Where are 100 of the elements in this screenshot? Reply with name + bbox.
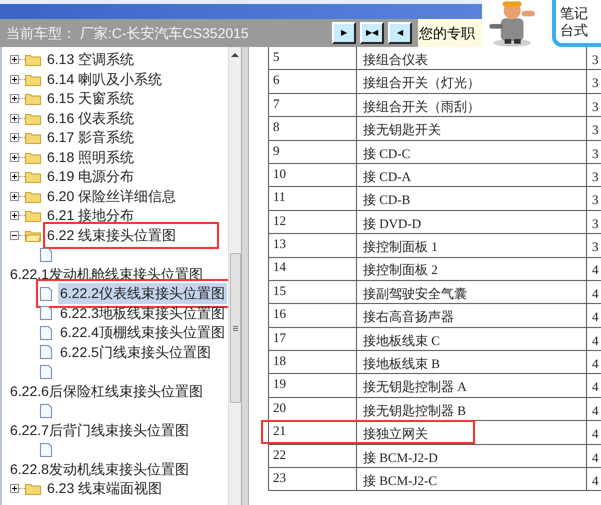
connector-cell: 接地板线束 B [356,351,586,374]
folder-icon [25,170,41,184]
folder-icon [25,131,41,144]
tree-item[interactable]: 6.16 仪表系统 [46,108,136,129]
connector-cell: 接无钥匙控制器 A [356,374,586,397]
tree-item[interactable]: 6.17 影音系统 [46,127,136,148]
page-cell: 4 [586,398,601,420]
tree-item[interactable]: 6.22.5门线束接头位置图 [58,342,213,363]
number-cell-text: 10 [272,164,287,183]
tree-item[interactable]: 6.18 照明系统 [46,146,136,168]
page-cell: 3 [586,47,601,70]
expand-icon[interactable] [10,211,19,220]
tree-item[interactable]: 6.14 喇叭及小系统 [46,68,164,90]
connector-cell: 接组合仪表 [356,47,586,70]
page-icon [40,306,52,320]
toolbar-button[interactable]: ▶◀ [360,22,384,44]
expand-icon[interactable] [10,133,19,142]
collapse-icon[interactable] [10,230,19,240]
page-cell: 3 [586,187,601,210]
folder-icon [25,112,41,125]
connector-cell: 接 BCM-J2-D [356,444,586,468]
number-cell-text: 19 [272,375,287,394]
ad-text: 笔记 [560,5,589,22]
connector-cell: 接组合开关（灯光） [356,70,586,93]
page-icon [40,404,52,418]
number-cell-text: 13 [272,235,287,254]
number-cell-text: 21 [272,422,287,440]
number-cell-text: 8 [272,118,280,136]
connector-cell: 接地板线束 C [356,328,586,350]
page-cell: 4 [586,374,601,397]
page-icon [40,248,52,262]
connector-cell: 接 CD-B [356,187,586,210]
expand-icon[interactable] [10,484,19,494]
folder-icon [25,92,41,106]
page-cell: 4 [586,468,601,490]
page-cell: 4 [586,258,601,280]
car-model-label: 当前车型： 厂家:C-长安汽车CS352015 [5,24,250,42]
page-icon [40,326,52,340]
tree-item[interactable]: 6.23 线束端面视图 [46,478,164,500]
tree-item[interactable]: 6.21 接地分布 [46,205,136,226]
expand-icon[interactable] [10,192,19,201]
open-folder-icon [25,228,41,242]
number-cell-text: 20 [272,398,287,417]
number-cell-text: 14 [272,258,287,276]
expand-icon[interactable] [10,172,19,182]
page-icon [40,364,52,379]
scroll-thumb[interactable] [230,253,240,403]
connector-cell: 接 CD-A [356,164,586,186]
notice-text: 您的专职 [418,19,482,47]
expand-icon[interactable] [10,114,19,123]
page-cell: 3 [586,140,601,163]
number-cell-text: 5 [272,48,280,66]
connector-cell: 接独立网关 [356,421,586,444]
page-cell: 4 [586,444,601,468]
tree-item[interactable]: 6.22.8发动机线束接头位置图 [10,458,189,480]
toolbar-button[interactable]: ▶ [332,22,356,44]
page-cell: 4 [586,351,601,374]
folder-icon [25,190,41,203]
folder-icon [25,150,41,164]
number-cell-text: 16 [272,305,287,324]
expand-icon[interactable] [10,94,19,104]
tree-item[interactable]: 6.22.7后背门线束接头位置图 [10,420,189,441]
tree-item[interactable]: 6.15 天窗系统 [46,88,136,110]
tree-item[interactable]: 6.22.6后保险杠线束接头位置图 [10,380,203,402]
page-cell: 4 [586,328,601,350]
tree-item[interactable]: 6.22.2仪表线束接头位置图 [58,283,227,304]
page-cell: 4 [586,280,601,304]
number-cell-text: 11 [272,188,287,206]
connector-cell: 接右高音扬声器 [356,304,586,327]
tree-item[interactable]: 6.22.3地板线束接头位置图 [58,302,227,324]
toolbar-button[interactable]: ◀ [388,22,412,44]
page-cell: 3 [586,234,601,257]
tree-item[interactable]: 6.19 电源分布 [46,166,136,188]
page-cell: 3 [586,94,601,116]
folder-icon [25,209,41,222]
tree-item[interactable]: 6.20 保险丝详细信息 [46,186,178,207]
number-cell-text: 9 [272,142,280,160]
number-cell-text: 6 [272,71,280,90]
folder-icon [25,482,41,496]
expand-icon[interactable] [10,55,19,64]
page-cell: 4 [586,421,601,444]
connector-cell: 接 DVD-D [356,210,586,234]
connector-cell: 接无钥匙控制器 B [356,398,586,420]
number-cell-text: 18 [272,352,287,370]
tree-item[interactable]: 6.22.4顶棚线束接头位置图 [58,322,227,344]
page-cell: 3 [586,117,601,140]
tree-item[interactable]: 6.22 线束接头位置图 [46,224,216,246]
tree-item[interactable]: 6.13 空调系统 [46,49,136,70]
number-cell-text: 7 [272,94,280,113]
page-icon [40,345,52,360]
expand-icon[interactable] [10,152,19,162]
page-icon [40,286,52,301]
connector-cell: 接副驾驶安全气囊 [356,280,586,304]
number-cell-text: 15 [272,282,287,300]
connector-cell: 接控制面板 2 [356,258,586,280]
connector-cell: 接无钥匙开关 [356,117,586,140]
number-cell-text: 12 [272,212,287,230]
connector-cell: 接组合开关（雨刮） [356,94,586,116]
page-cell: 3 [586,70,601,93]
expand-icon[interactable] [10,74,19,84]
